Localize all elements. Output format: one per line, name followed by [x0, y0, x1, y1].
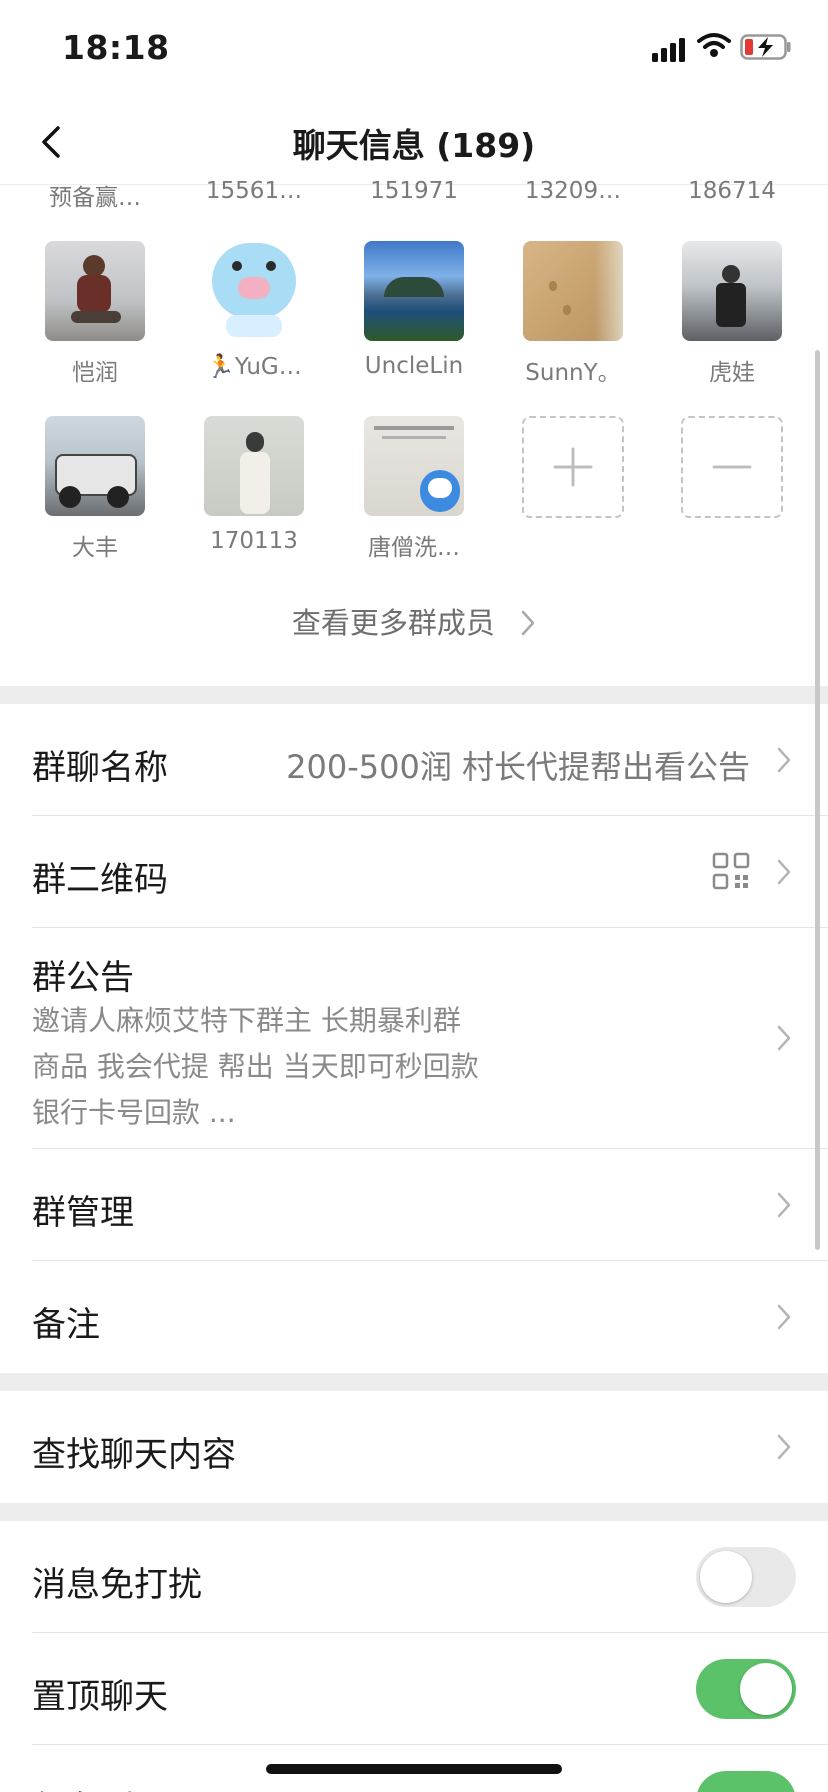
member-name: 170113	[210, 528, 298, 554]
row-label: 消息免打扰	[32, 1565, 202, 1605]
navigation-bar: 聊天信息 (189)	[0, 100, 828, 185]
member-name: 恺润	[72, 360, 118, 386]
announcement-line: 银行卡号回款 ...	[32, 1096, 236, 1129]
group-name-value: 200-500润 村长代提帮出看公告	[286, 748, 750, 786]
qr-code-icon	[712, 852, 750, 890]
announcement-line: 商品 我会代提 帮出 当天即可秒回款	[32, 1050, 479, 1083]
member-item[interactable]: 🏃YuG…	[179, 241, 329, 380]
chevron-right-icon	[777, 1025, 791, 1051]
search-chat-content-row[interactable]: 查找聊天内容	[0, 1391, 828, 1503]
member-item[interactable]: 虎娃	[657, 241, 807, 387]
minus-icon	[712, 465, 752, 469]
member-item[interactable]: SunnY。	[498, 241, 648, 387]
see-more-label: 查看更多群成员	[291, 606, 495, 640]
row-label: 保存到通讯录	[32, 1781, 236, 1792]
member-name[interactable]: 151971	[339, 178, 489, 204]
member-item[interactable]: 唐僧洗…	[339, 416, 489, 562]
group-qr-code-row[interactable]: 群二维码	[0, 816, 828, 928]
home-indicator[interactable]	[266, 1764, 562, 1774]
pin-chat-row: 置顶聊天	[0, 1633, 828, 1745]
member-item[interactable]: 大丰	[20, 416, 170, 562]
avatar[interactable]	[364, 241, 464, 341]
announcement-line: 邀请人麻烦艾特下群主 长期暴利群	[32, 1004, 461, 1037]
pin-toggle[interactable]	[696, 1659, 796, 1719]
battery-charging-icon	[740, 34, 791, 60]
status-bar: 18:18	[0, 0, 828, 100]
row-label: 置顶聊天	[32, 1677, 168, 1717]
row-label: 群管理	[32, 1193, 134, 1233]
add-member-box[interactable]	[522, 416, 624, 518]
member-name[interactable]: 15561…	[179, 178, 329, 204]
avatar[interactable]	[204, 416, 304, 516]
chevron-right-icon	[777, 859, 791, 885]
member-item[interactable]: 恺润	[20, 241, 170, 387]
member-item[interactable]: UncleLin	[339, 241, 489, 379]
remove-member-box[interactable]	[681, 416, 783, 518]
member-name[interactable]: 预备赢…	[20, 178, 170, 212]
section-separator	[0, 1503, 828, 1521]
row-label: 备注	[32, 1305, 100, 1345]
member-name: SunnY。	[525, 360, 621, 386]
chevron-right-icon	[777, 1304, 791, 1330]
save-to-contacts-toggle[interactable]	[696, 1771, 796, 1792]
page-title: 聊天信息 (189)	[292, 126, 536, 165]
section-separator	[0, 686, 828, 704]
group-management-row[interactable]: 群管理	[0, 1149, 828, 1261]
member-name: UncleLin	[364, 353, 464, 379]
chevron-right-icon	[777, 1192, 791, 1218]
toggle-knob	[740, 1663, 792, 1715]
avatar[interactable]	[523, 241, 623, 341]
member-name[interactable]: 186714	[657, 178, 807, 204]
row-label: 群聊名称	[32, 748, 168, 788]
row-label: 群公告	[32, 958, 134, 998]
see-more-members-link[interactable]: 查看更多群成员	[0, 600, 828, 642]
mute-notifications-row: 消息免打扰	[0, 1521, 828, 1633]
mute-toggle[interactable]	[696, 1547, 796, 1607]
avatar[interactable]	[364, 416, 464, 516]
avatar[interactable]	[682, 241, 782, 341]
member-name: 虎娃	[709, 360, 755, 386]
announcement-text: 邀请人麻烦艾特下群主 长期暴利群 商品 我会代提 帮出 当天即可秒回款 银行卡号…	[32, 998, 479, 1136]
avatar[interactable]	[45, 241, 145, 341]
member-item[interactable]: 170113	[179, 416, 329, 554]
status-time: 18:18	[62, 28, 170, 67]
plus-icon	[553, 447, 593, 487]
member-name: 🏃YuG…	[206, 354, 302, 380]
scrollbar[interactable]	[815, 350, 820, 1250]
member-name[interactable]: 13209…	[498, 178, 648, 204]
section-separator	[0, 1373, 828, 1391]
group-name-row[interactable]: 群聊名称 200-500润 村长代提帮出看公告	[0, 704, 828, 816]
add-member-button[interactable]	[498, 416, 648, 518]
chevron-right-icon	[777, 1434, 791, 1460]
chevron-right-icon	[777, 747, 791, 773]
cellular-signal-icon	[652, 38, 685, 62]
row-label: 查找聊天内容	[32, 1435, 236, 1475]
member-name: 唐僧洗…	[368, 535, 460, 561]
avatar[interactable]	[204, 241, 304, 341]
wifi-icon	[697, 33, 731, 57]
member-name: 大丰	[72, 535, 118, 561]
remark-row[interactable]: 备注	[0, 1261, 828, 1373]
group-announcement-row[interactable]: 群公告 邀请人麻烦艾特下群主 长期暴利群 商品 我会代提 帮出 当天即可秒回款 …	[0, 928, 828, 1149]
row-label: 群二维码	[32, 860, 168, 900]
chevron-right-icon	[521, 610, 535, 636]
avatar[interactable]	[45, 416, 145, 516]
toggle-knob	[700, 1551, 752, 1603]
remove-member-button[interactable]	[657, 416, 807, 518]
